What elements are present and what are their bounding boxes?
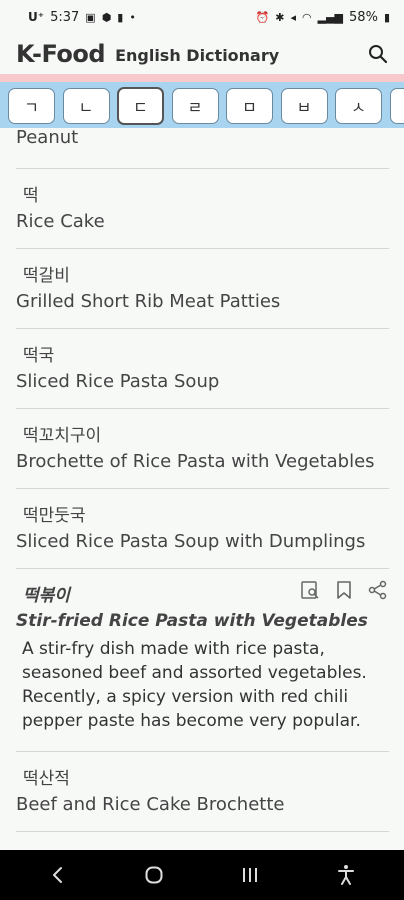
english-term: Brochette of Rice Pasta with Vegetables — [16, 451, 375, 472]
pink-strip — [0, 74, 404, 82]
tab-rieul[interactable]: ㄹ — [171, 88, 219, 124]
signal-icon: ▂▄▆ — [317, 10, 344, 24]
tab-nieun[interactable]: ㄴ — [62, 88, 110, 124]
gallery-icon: ▣ — [85, 10, 96, 24]
carrier-label: U⁺ — [28, 10, 45, 24]
expanded-list-item[interactable]: 떡볶이 Stir-fried Rice Pasta with Vegetable… — [16, 569, 389, 752]
search-icon — [369, 45, 388, 64]
korean-term: 떡꼬치구이 — [23, 426, 102, 446]
tab-label: ㄹ — [187, 98, 203, 117]
tab-siot[interactable]: ㅅ — [335, 88, 382, 124]
english-term: Rice Cake — [16, 211, 105, 232]
tab-giyeok[interactable]: ㄱ — [8, 88, 55, 124]
list-item[interactable]: 떡국 Sliced Rice Pasta Soup — [16, 329, 389, 409]
english-term: Grilled Short Rib Meat Patties — [16, 291, 281, 312]
tab-label: ㄷ — [133, 98, 148, 117]
item-actions — [299, 579, 389, 601]
tab-digeut[interactable]: ㄷ — [117, 87, 164, 125]
back-icon — [53, 867, 62, 883]
english-term: Stir-fried Rice Pasta with Vegetables — [16, 611, 368, 631]
status-time: 5:37 — [50, 9, 80, 25]
app-title: K-Food — [16, 40, 106, 68]
search-image-button[interactable] — [299, 579, 321, 601]
battery-text: 58% — [349, 9, 378, 25]
navigation-bar — [0, 850, 404, 900]
korean-term: 떡 — [23, 186, 39, 206]
list-item[interactable]: 떡산적 Beef and Rice Cake Brochette — [16, 752, 389, 832]
korean-term: 떡만둣국 — [23, 506, 86, 526]
list-item[interactable]: 떡꼬치구이 Brochette of Rice Pasta with Veget… — [16, 409, 389, 489]
dot-icon: • — [129, 10, 136, 24]
accessibility-button[interactable] — [326, 855, 366, 895]
english-term: Sliced Rice Pasta Soup with Dumplings — [16, 531, 366, 552]
tab-bieup[interactable]: ㅂ — [280, 88, 328, 124]
search-button[interactable] — [364, 40, 392, 68]
tab-label: ㅅ — [351, 98, 366, 117]
mute-icon: ◂ — [290, 10, 297, 24]
recent-apps-button[interactable] — [230, 855, 270, 895]
bookmark-button[interactable] — [333, 579, 355, 601]
accessibility-icon — [338, 865, 354, 885]
bookmark-icon — [337, 581, 351, 599]
home-icon — [145, 866, 163, 884]
korean-term: 떡국 — [23, 346, 55, 366]
share-button[interactable] — [367, 579, 389, 601]
consonant-tabs: ㄱ ㄴ ㄷ ㄹ ㅁ ㅂ ㅅ ㅇ — [8, 87, 404, 125]
tab-mieum[interactable]: ㅁ — [226, 88, 273, 124]
korean-term: 떡갈비 — [23, 266, 70, 286]
korean-term: 떡산적 — [23, 769, 70, 789]
list-item[interactable]: 떡만둣국 Sliced Rice Pasta Soup with Dumplin… — [16, 489, 389, 569]
english-term: Peanut — [16, 130, 79, 148]
image-search-icon — [301, 581, 319, 599]
english-term: Sliced Rice Pasta Soup — [16, 371, 220, 392]
share-icon — [368, 580, 387, 600]
location-icon: ⬢ — [101, 10, 112, 24]
tab-label: ㅂ — [296, 98, 312, 117]
battery-icon: ▮ — [383, 10, 390, 24]
status-right: ⏰ ✱ ◂ ◠ ▂▄▆ 58% ▮ — [256, 10, 390, 25]
korean-term: 떡볶이 — [23, 586, 70, 606]
list-item[interactable]: Peanut — [16, 130, 389, 169]
app-subtitle: English Dictionary — [115, 45, 280, 65]
description-text: A stir-fry dish made with rice pasta, se… — [22, 639, 367, 731]
app-header: K-Food English Dictionary — [0, 34, 404, 74]
list-item[interactable]: 떡갈비 Grilled Short Rib Meat Patties — [16, 249, 389, 329]
wifi-icon: ◠ — [302, 10, 312, 24]
word-list[interactable]: Peanut 떡 Rice Cake 떡갈비 Grilled Short Rib… — [0, 130, 404, 848]
status-bar: U⁺ 5:37 ▣ ⬢ ▮ • ⏰ ✱ ◂ ◠ ▂▄▆ 58% ▮ — [0, 0, 404, 34]
alarm-icon: ⏰ — [255, 10, 270, 24]
list-item[interactable]: 떡 Rice Cake — [16, 169, 389, 249]
back-button[interactable] — [38, 855, 78, 895]
lock-icon: ▮ — [117, 10, 124, 24]
tab-label: ㄱ — [24, 98, 39, 117]
english-term: Beef and Rice Cake Brochette — [16, 794, 285, 815]
tab-label: ㅁ — [242, 98, 257, 117]
recent-apps-icon — [243, 868, 257, 882]
screen: U⁺ 5:37 ▣ ⬢ ▮ • ⏰ ✱ ◂ ◠ ▂▄▆ 58% ▮ K-Food… — [0, 0, 404, 900]
tab-label: ㄴ — [78, 98, 94, 117]
tab-ieung[interactable]: ㅇ — [389, 88, 404, 124]
settings-icon: ✱ — [275, 10, 285, 24]
home-button[interactable] — [134, 855, 174, 895]
status-left: U⁺ 5:37 ▣ ⬢ ▮ • — [28, 10, 136, 25]
